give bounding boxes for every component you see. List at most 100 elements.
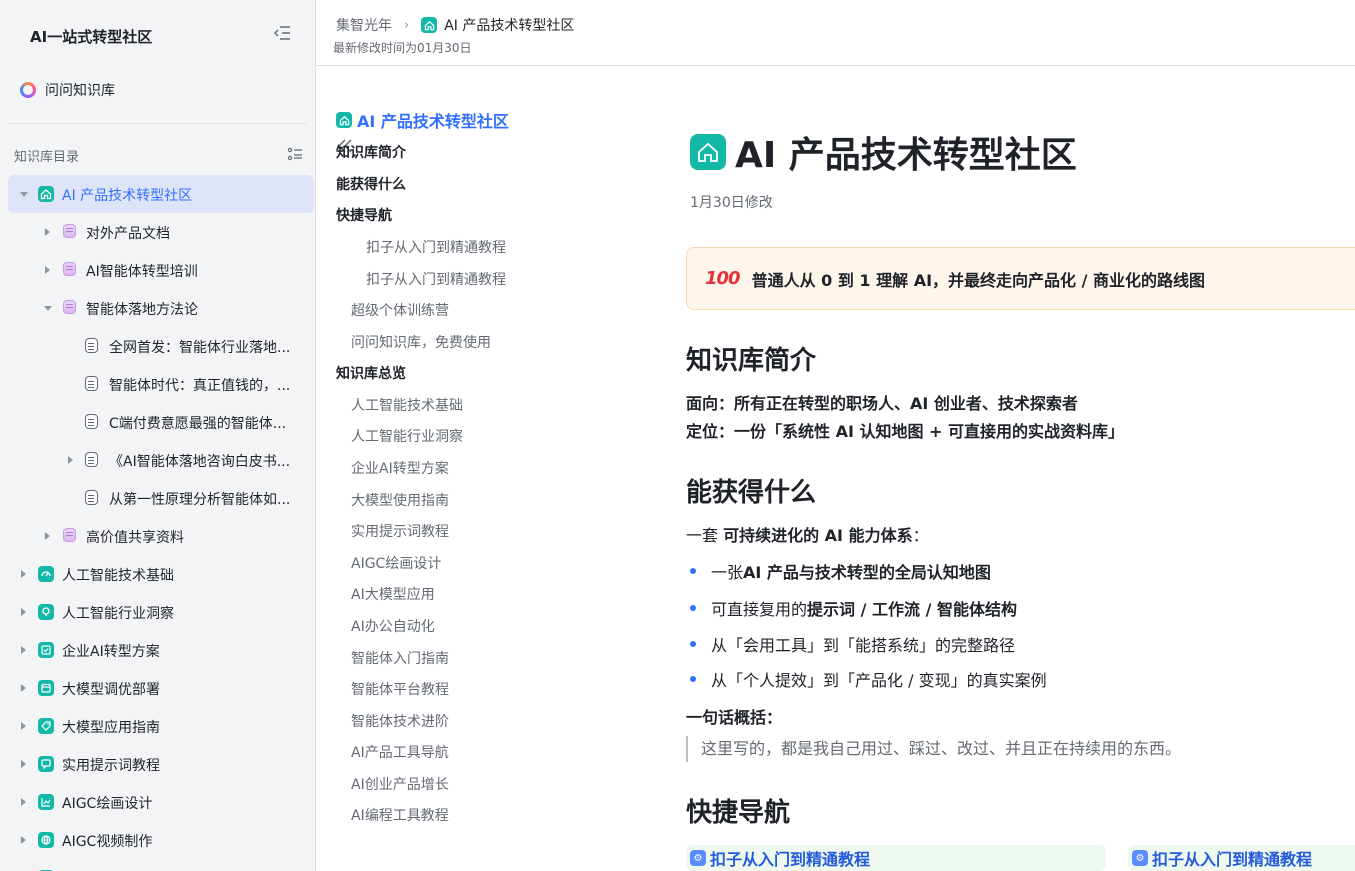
toc-item[interactable]: AI办公自动化 — [351, 616, 435, 636]
sidebar-item[interactable]: C端付费意愿最强的智能体... — [8, 403, 314, 441]
caret-down-icon[interactable] — [44, 306, 52, 311]
toc-item[interactable]: AI创业产品增长 — [351, 774, 449, 794]
document-body: AI 产品技术转型社区 1月30日修改 100 普通人从 0 到 1 理解 AI… — [666, 66, 1355, 871]
toc-item[interactable]: 人工智能技术基础 — [351, 395, 463, 415]
toc-item[interactable]: 知识库简介 — [336, 142, 406, 162]
sidebar-item[interactable]: 实用提示词教程 — [8, 745, 314, 783]
bullet-dot-icon — [690, 676, 696, 682]
bullet-text: 一张 — [711, 563, 744, 582]
doc-icon — [85, 414, 98, 429]
app-window: AI一站式转型社区 问问知识库 知识库目录 AI 产品技术转型社区 对外产品文档 A… — [0, 0, 1355, 871]
folder-icon — [63, 300, 76, 314]
sidebar-item[interactable]: 从第一性原理分析智能体如... — [8, 479, 314, 517]
caret-right-icon[interactable] — [21, 722, 26, 730]
ask-knowledge-base-button[interactable]: 问问知识库 — [20, 80, 115, 100]
bullet-dot-icon — [690, 641, 696, 647]
list-view-icon[interactable] — [287, 146, 303, 162]
top-bar: 集智光年 › AI 产品技术转型社区 最新修改时间为01月30日 — [316, 0, 1355, 66]
caret-right-icon[interactable] — [21, 798, 26, 806]
toc-item[interactable]: 实用提示词教程 — [351, 521, 449, 541]
kb-directory-label: 知识库目录 — [14, 150, 80, 165]
toc-item[interactable]: 智能体入门指南 — [351, 648, 449, 668]
caret-right-icon[interactable] — [21, 760, 26, 768]
toc-item[interactable]: 扣子从入门到精通教程 — [366, 269, 506, 289]
gain-lead-text: 一套 — [686, 526, 724, 545]
toc-item[interactable]: 智能体技术进阶 — [351, 711, 449, 731]
sidebar-item[interactable]: AIGC视频制作 — [8, 821, 314, 859]
caret-right-icon[interactable] — [45, 532, 50, 540]
sidebar-item[interactable]: 大模型调优部署 — [8, 669, 314, 707]
sidebar-item-label: 智能体时代：真正值钱的，... — [109, 378, 291, 394]
sidebar-item[interactable]: 全网首发：智能体行业落地... — [8, 327, 314, 365]
toc-item-label: 能获得什么 — [336, 177, 406, 193]
toc-item-label: 问问知识库，免费使用 — [351, 335, 491, 351]
heading-intro: 知识库简介 — [686, 346, 817, 376]
toc-item[interactable]: AIGC绘画设计 — [351, 553, 441, 573]
toc-item-label: 快捷导航 — [336, 208, 392, 224]
sidebar-item-label: AIGC视频制作 — [62, 834, 153, 850]
sidebar-item[interactable]: AIGC绘画设计 — [8, 783, 314, 821]
toc-item-label: AIGC绘画设计 — [351, 556, 442, 572]
toc-item[interactable]: 扣子从入门到精通教程 — [366, 237, 506, 257]
toc-item[interactable]: AI编程工具教程 — [351, 805, 449, 825]
toc-item[interactable]: AI大模型应用 — [351, 584, 435, 604]
sidebar-item[interactable]: 人工智能技术基础 — [8, 555, 314, 593]
breadcrumb-current[interactable]: AI 产品技术转型社区 — [444, 15, 574, 35]
bullet-bold-text: 提示词 / 工作流 / 智能体结构 — [807, 600, 1017, 619]
sidebar-item-label: 大模型调优部署 — [62, 682, 160, 698]
sidebar-item[interactable]: AI智能体转型培训 — [8, 251, 314, 289]
caret-right-icon[interactable] — [45, 266, 50, 274]
nav-card-1[interactable]: ⚙ 扣子从入门到精通教程 — [686, 845, 1106, 871]
sidebar-item[interactable]: 人工智能行业洞察 — [8, 593, 314, 631]
bullet-dot-icon — [690, 568, 696, 574]
toc-item[interactable]: 企业AI转型方案 — [351, 458, 449, 478]
bullet-bold-text: AI 产品与技术转型的全局认知地图 — [743, 563, 991, 582]
caret-right-icon[interactable] — [21, 608, 26, 616]
toc-item[interactable]: 能获得什么 — [336, 174, 406, 194]
toc-item[interactable]: 大模型使用指南 — [351, 490, 449, 510]
sidebar-item[interactable]: 智能体落地方法论 — [8, 289, 314, 327]
sidebar-item[interactable]: AI 产品技术转型社区 — [8, 175, 314, 213]
toc-item[interactable]: 快捷导航 — [336, 205, 392, 225]
caret-right-icon[interactable] — [21, 646, 26, 654]
toc-item-label: AI产品工具导航 — [351, 745, 449, 761]
sidebar-item[interactable]: 对外产品文档 — [8, 213, 314, 251]
toc-item[interactable]: 问问知识库，免费使用 — [351, 332, 491, 352]
sidebar-item-label: AI智能体转型培训 — [86, 264, 198, 280]
toc-item[interactable]: 知识库总览 — [336, 363, 406, 383]
toc-item[interactable]: AI产品工具导航 — [351, 742, 449, 762]
caret-down-icon[interactable] — [20, 192, 28, 197]
nav-card-2[interactable]: ⚙ 扣子从入门到精通教程 — [1128, 845, 1355, 871]
toc-item-label: 智能体平台教程 — [351, 682, 449, 698]
sidebar-item[interactable]: AI工作场景应用 — [8, 859, 314, 871]
caret-right-icon[interactable] — [21, 836, 26, 844]
gain-lead-bold: 可持续进化的 AI 能力体系 — [723, 526, 913, 545]
globe-icon — [38, 832, 54, 848]
bullet-item: 可直接复用的 提示词 / 工作流 / 智能体结构 — [690, 596, 1017, 620]
chart-icon — [38, 794, 54, 810]
gain-lead-colon: ： — [912, 526, 929, 545]
sidebar-item[interactable]: 《AI智能体落地咨询白皮书... — [8, 441, 314, 479]
heading-nav: 快捷导航 — [686, 798, 791, 828]
caret-right-icon[interactable] — [21, 684, 26, 692]
sidebar-item-label: C端付费意愿最强的智能体... — [109, 416, 287, 432]
caret-right-icon[interactable] — [68, 456, 73, 464]
caret-right-icon[interactable] — [45, 228, 50, 236]
sidebar-item-label: 人工智能技术基础 — [62, 568, 174, 584]
toc-item-label: AI大模型应用 — [351, 587, 435, 603]
caret-right-icon[interactable] — [21, 570, 26, 578]
toc-item[interactable]: 智能体平台教程 — [351, 679, 449, 699]
sidebar-item[interactable]: 智能体时代：真正值钱的，... — [8, 365, 314, 403]
toc-item[interactable]: AI 产品技术转型社区 — [336, 108, 509, 132]
sidebar-item[interactable]: 企业AI转型方案 — [8, 631, 314, 669]
toc-item[interactable]: 人工智能行业洞察 — [351, 426, 463, 446]
sidebar-item[interactable]: 高价值共享资料 — [8, 517, 314, 555]
folder-icon — [63, 262, 76, 276]
breadcrumb-root[interactable]: 集智光年 — [336, 15, 392, 35]
collapse-sidebar-icon[interactable] — [273, 25, 291, 41]
sidebar-item[interactable]: 大模型应用指南 — [8, 707, 314, 745]
bulb-icon — [38, 604, 54, 620]
callout-text: 普通人从 0 到 1 理解 AI，并最终走向产品化 / 商业化的路线图 — [751, 270, 1206, 290]
toc-item-label: 人工智能行业洞察 — [351, 429, 463, 445]
toc-item[interactable]: 超级个体训练营 — [351, 300, 449, 320]
